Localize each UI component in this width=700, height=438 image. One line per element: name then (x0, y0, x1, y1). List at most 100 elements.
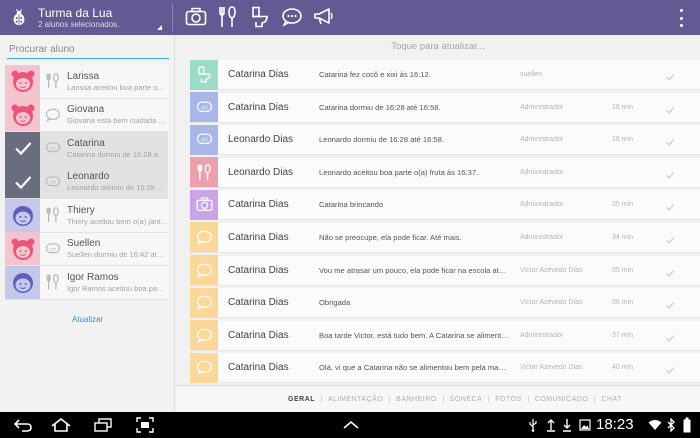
update-link[interactable]: Atualizar (72, 315, 103, 324)
girl-avatar-icon[interactable] (5, 64, 40, 98)
read-check-icon (665, 69, 675, 81)
student-row[interactable]: Giovana Giovana está bem cuidada ... (5, 98, 168, 132)
pull-to-refresh-hint[interactable]: Toque para atualizar... (176, 41, 700, 52)
feed-message: Não se preocupe, ela pode ficar. Até mai… (319, 232, 462, 242)
feed-item[interactable]: Catarina Dias Olá, vi que a Catarina não … (190, 352, 700, 384)
feed-time: 35 min (612, 266, 634, 274)
system-navigation-bar: 18:23 (0, 412, 700, 438)
student-last-activity: Larissa aceitou boa parte o... (67, 82, 164, 92)
feed-message: Leonardo dormiu de 16:28 até 16:58. (319, 135, 444, 145)
student-row[interactable]: zzz Leonardo Leonardo dormiu de 16:28 até.… (5, 165, 168, 199)
feed-author: Administrador (520, 103, 564, 111)
overflow-menu-icon[interactable] (678, 9, 684, 27)
home-button[interactable] (50, 416, 72, 434)
feed-time: 25 min (612, 201, 634, 209)
food-icon (42, 204, 64, 226)
student-name: Catarina (67, 137, 105, 149)
feed-student-name: Catarina Dias (228, 69, 289, 80)
feed-message: Leonardo aceitou boa parte o(a) fruta às… (319, 167, 479, 177)
feed-item[interactable]: Catarina Dias Vou me atrasar um pouco, el… (190, 255, 700, 286)
feed-author: suellen (520, 71, 543, 78)
chat-button[interactable] (280, 5, 304, 29)
back-icon (13, 419, 32, 432)
tab-chat[interactable]: CHAT (595, 396, 628, 403)
feed-item[interactable]: zzz Catarina Dias Catarina dormiu de 16:28… (190, 92, 700, 123)
student-name: Suellen (67, 238, 101, 250)
read-check-icon (665, 232, 675, 244)
read-check-icon (665, 330, 675, 342)
chat-icon (190, 287, 218, 318)
selected-check-icon[interactable] (5, 165, 40, 199)
student-row[interactable]: Larissa Larissa aceitou boa parte o... (5, 64, 168, 99)
feed-student-name: Catarina Dias (228, 329, 289, 341)
chat-icon (190, 255, 218, 286)
search-input[interactable] (7, 40, 169, 59)
svg-text:zzz: zzz (201, 137, 209, 142)
feed-time: 40 min (612, 364, 634, 372)
usb-icon (529, 419, 537, 432)
read-check-icon (665, 265, 675, 277)
student-name: Thiery (67, 204, 95, 216)
back-button[interactable] (12, 416, 34, 434)
girl-avatar-icon[interactable] (5, 98, 40, 132)
screenshot-button[interactable] (134, 416, 156, 434)
student-row[interactable]: zzz Catarina Catarina dormiu de 16:28 até.… (5, 131, 168, 166)
selected-check-icon[interactable] (5, 131, 40, 165)
feed-time: 18 min (612, 136, 634, 144)
food-button[interactable] (216, 5, 240, 29)
tab-geral[interactable]: GERAL (282, 395, 322, 403)
sleep-icon: zzz (42, 137, 64, 159)
feed-item[interactable]: Catarina Dias Não se preocupe, ela pode f… (190, 222, 700, 253)
tab-alimentacao[interactable]: ALIMENTAÇÃO (322, 395, 391, 403)
student-row[interactable]: zzz Suellen Suellen dormiu de 16:42 até ..… (5, 232, 168, 266)
tab-soneca[interactable]: SONECA (444, 395, 490, 403)
chat-bubble-icon (42, 104, 64, 126)
svg-text:zzz: zzz (50, 246, 57, 251)
feed-item[interactable]: Leonardo Dias Leonardo aceitou boa parte … (190, 157, 700, 188)
toilet-icon (252, 6, 268, 28)
tab-comunicado[interactable]: COMUNICADO (529, 395, 596, 403)
feed-author: Victor Azevedo Dias (520, 299, 583, 307)
student-row[interactable]: Thiery Thiery aceitou bem o(a) jant... (5, 198, 168, 233)
megaphone-icon (314, 8, 333, 25)
read-check-icon (665, 102, 675, 114)
system-clock: 18:23 (596, 416, 634, 433)
chat-icon (190, 352, 218, 383)
recent-apps-button[interactable] (92, 416, 114, 434)
tab-fotos[interactable]: FOTOS (489, 395, 529, 403)
feed-message: Catarina dormiu de 16:28 até 16:58. (319, 102, 441, 112)
student-row[interactable]: Igor Ramos Igor Ramos aceitou boa part... (5, 265, 168, 300)
announcement-button[interactable] (312, 5, 336, 29)
food-icon (190, 157, 218, 188)
up-chevron-button[interactable] (340, 416, 362, 434)
app-bar: Turma da Lua 2 alunos selecionados. (0, 0, 700, 35)
student-list: Larissa Larissa aceitou boa parte o... Gi… (5, 64, 168, 300)
feed-student-name: Leonardo Dias (228, 134, 294, 146)
feed-author: Administrador (520, 168, 564, 176)
spinner-indicator-icon (157, 25, 162, 30)
sleep-icon: zzz (190, 92, 218, 123)
feed-author: Administrador (520, 331, 564, 339)
feed-author: Victor Azevedo Dias (520, 266, 583, 274)
student-last-activity: Leonardo dormiu de 16:28 até... (67, 183, 167, 193)
feed-student-name: Catarina Dias (228, 297, 289, 309)
appbar-divider (172, 4, 173, 31)
image-icon (579, 419, 591, 431)
sleep-icon: zzz (42, 238, 64, 260)
feed-item[interactable]: Catarina Dias Boa tarde Victor, está tudo… (190, 320, 700, 351)
class-spinner[interactable]: Turma da Lua 2 alunos selecionados. (0, 0, 168, 35)
feed-student-name: Catarina Dias (228, 231, 289, 243)
feed-item[interactable]: Catarina Dias Catarina brincando Administr… (190, 189, 700, 221)
boy-avatar-icon[interactable] (5, 265, 40, 299)
boy-avatar-icon[interactable] (5, 198, 40, 232)
svg-text:zzz: zzz (50, 179, 57, 184)
feed-item[interactable]: Catarina Dias Obrigada Victor Azevedo Dias… (190, 287, 700, 319)
toilet-button[interactable] (248, 5, 272, 29)
girl-avatar-icon[interactable] (5, 232, 40, 266)
camera-button[interactable] (184, 5, 208, 29)
upload-icon (547, 419, 555, 432)
tab-banheiro[interactable]: BANHEIRO (390, 395, 444, 403)
feed-item[interactable]: zzz Leonardo Dias Leonardo dormiu de 16:28… (190, 124, 700, 156)
feed-item[interactable]: Catarina Dias Catarina fez cocô e xixi às… (190, 59, 700, 90)
feed-student-name: Leonardo Dias (228, 166, 294, 178)
